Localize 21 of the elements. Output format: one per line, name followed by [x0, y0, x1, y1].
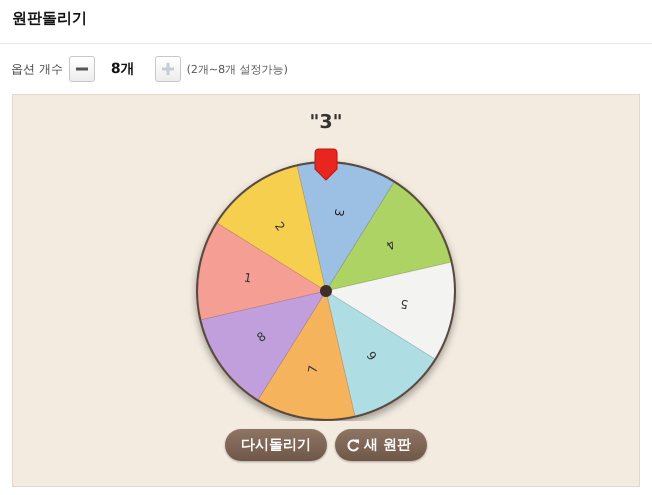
new-wheel-button[interactable]: 새 원판 [335, 429, 427, 461]
segment-label: 7 [305, 364, 320, 374]
result-text: "3" [309, 111, 343, 135]
range-hint: (2개~8개 설정가능) [186, 62, 288, 76]
minus-icon [76, 67, 88, 71]
option-count-label: 옵션 개수 [11, 60, 63, 78]
page-title: 원판돌리기 [12, 9, 87, 28]
decrease-button[interactable] [68, 56, 95, 82]
segment-label: 1 [242, 270, 253, 286]
refresh-icon [347, 438, 360, 452]
plus-icon [162, 63, 174, 75]
segment-label: 5 [399, 296, 410, 312]
wheel-hub [320, 285, 332, 297]
segment-label: 2 [272, 219, 288, 234]
segment-label: 3 [332, 208, 347, 218]
segment-label: 8 [254, 329, 269, 345]
segment-label: 6 [364, 348, 380, 363]
respin-button[interactable]: 다시돌리기 [225, 429, 328, 461]
option-count: 8개 [110, 60, 135, 78]
segment-label: 4 [383, 237, 398, 253]
pointer-icon [314, 148, 338, 180]
